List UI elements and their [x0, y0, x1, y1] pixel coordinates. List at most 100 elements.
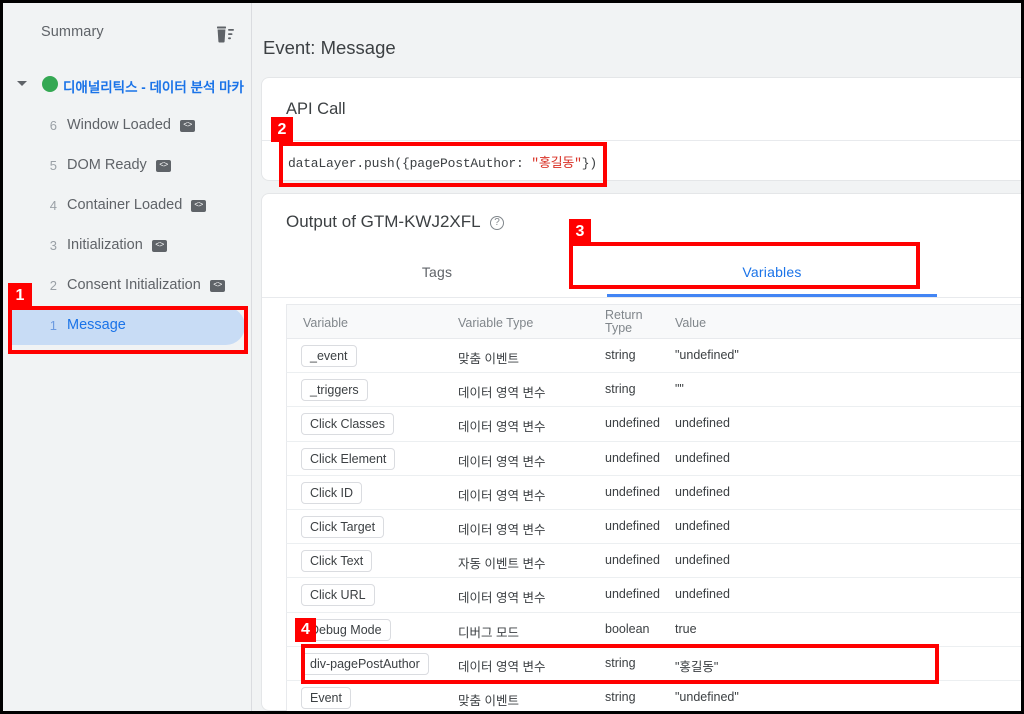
- api-code-prefix: dataLayer.push({pagePostAuthor:: [288, 156, 532, 171]
- cell-value: undefined: [675, 553, 730, 568]
- tab-tags[interactable]: Tags: [272, 250, 602, 297]
- output-tabs: Tags Variables: [262, 250, 1021, 298]
- column-header-variable: Variable: [303, 316, 348, 330]
- api-call-title: API Call: [286, 100, 346, 118]
- cell-value: undefined: [675, 587, 730, 602]
- cell-return-type: undefined: [605, 450, 660, 465]
- event-label: Message: [67, 317, 126, 333]
- cell-value: true: [675, 621, 697, 636]
- column-header-variable-type: Variable Type: [458, 316, 534, 330]
- event-label: Window Loaded: [67, 117, 171, 133]
- table-row[interactable]: _triggers 데이터 영역 변수 string "": [286, 373, 1021, 408]
- table-header-row: Variable Variable Type Return Type Value: [286, 304, 1021, 339]
- api-call-card: API Call dataLayer.push({pagePostAuthor:…: [261, 77, 1021, 181]
- output-title: Output of GTM-KWJ2XFL: [286, 212, 481, 231]
- cell-value: "": [675, 382, 684, 397]
- cell-return-type: undefined: [605, 553, 660, 568]
- variable-name-chip[interactable]: Event: [301, 686, 351, 709]
- container-name: 디애널리틱스 - 데이터 분석 마카: [63, 80, 244, 95]
- variable-name-chip[interactable]: _event: [301, 345, 357, 367]
- event-index: 3: [49, 238, 57, 253]
- cell-return-type: undefined: [605, 484, 660, 499]
- event-index: 1: [49, 318, 57, 333]
- code-badge-icon[interactable]: <>: [191, 200, 206, 212]
- cell-return-type: string: [605, 689, 636, 704]
- cell-value: undefined: [675, 484, 730, 499]
- api-call-code: dataLayer.push({pagePostAuthor: "홍길동"}): [288, 152, 597, 171]
- cell-return-type: undefined: [605, 587, 660, 602]
- event-index: 5: [49, 158, 57, 173]
- variable-name-chip[interactable]: Click Target: [301, 515, 385, 538]
- cell-value: undefined: [675, 518, 730, 533]
- table-row[interactable]: Click Text 자동 이벤트 변수 undefined undefined: [286, 544, 1021, 579]
- variable-name-chip[interactable]: _triggers: [301, 379, 368, 402]
- sidebar-item-window-loaded[interactable]: 6 Window Loaded <>: [11, 107, 245, 145]
- variable-name-chip[interactable]: Click Text: [301, 550, 373, 573]
- event-index: 2: [49, 278, 57, 293]
- table-row[interactable]: Click URL 데이터 영역 변수 undefined undefined: [286, 578, 1021, 613]
- sidebar-item-container-loaded[interactable]: 4 Container Loaded <>: [11, 187, 245, 225]
- page-title: Event: Message: [263, 37, 396, 58]
- table-row[interactable]: Click ID 데이터 영역 변수 undefined undefined: [286, 475, 1021, 510]
- cell-variable-type: 맞춤 이벤트: [458, 693, 519, 708]
- annotation-number-3: 3: [569, 219, 591, 244]
- variable-name-chip[interactable]: Click ID: [301, 481, 363, 504]
- cell-return-type: undefined: [605, 518, 660, 533]
- sidebar-header: Summary: [3, 3, 252, 55]
- variable-name-chip[interactable]: Click Element: [301, 447, 396, 470]
- event-label: DOM Ready: [67, 157, 147, 173]
- variable-name-chip[interactable]: Click URL: [301, 584, 375, 607]
- cell-variable-type: 자동 이벤트 변수: [458, 557, 546, 572]
- table-body: _event 맞춤 이벤트 string "undefined" _triggers 데이…: [286, 339, 1021, 711]
- sidebar-item-dom-ready[interactable]: 5 DOM Ready <>: [11, 147, 245, 185]
- main-header: Event: Message: [252, 3, 1021, 77]
- cell-value: undefined: [675, 450, 730, 465]
- table-row[interactable]: Event 맞춤 이벤트 string "undefined": [286, 680, 1021, 711]
- annotation-number-1: 1: [8, 283, 32, 308]
- table-row[interactable]: Debug Mode 디버그 모드 boolean true: [286, 612, 1021, 647]
- table-row[interactable]: Click Target 데이터 영역 변수 undefined undefined: [286, 509, 1021, 545]
- sidebar-item-consent-initialization[interactable]: 2 Consent Initialization <>: [11, 267, 245, 305]
- variable-name-chip[interactable]: Click Classes: [301, 413, 395, 436]
- sidebar-item-initialization[interactable]: 3 Initialization <>: [11, 227, 245, 265]
- cell-value: "undefined": [675, 689, 739, 704]
- cell-variable-type: 데이터 영역 변수: [458, 659, 546, 674]
- main-panel: Event: Message API Call dataLayer.push({…: [252, 3, 1021, 711]
- cell-variable-type: 데이터 영역 변수: [458, 386, 546, 401]
- table-row[interactable]: Click Classes 데이터 영역 변수 undefined undefined: [286, 407, 1021, 442]
- table-row[interactable]: Click Element 데이터 영역 변수 undefined undefined: [286, 441, 1021, 476]
- cell-variable-type: 디버그 모드: [458, 625, 519, 640]
- cell-return-type: boolean: [605, 621, 650, 636]
- container-row[interactable]: 디애널리틱스 - 데이터 분석 마카: [3, 71, 252, 99]
- event-label: Initialization: [67, 237, 143, 253]
- code-badge-icon[interactable]: <>: [156, 160, 171, 172]
- code-badge-icon[interactable]: <>: [210, 280, 225, 292]
- cell-value: "홍길동": [675, 659, 719, 674]
- event-label: Container Loaded: [67, 197, 183, 213]
- cell-return-type: string: [605, 382, 636, 397]
- event-index: 6: [49, 118, 57, 133]
- cell-variable-type: 데이터 영역 변수: [458, 420, 546, 435]
- cell-variable-type: 데이터 영역 변수: [458, 591, 546, 606]
- help-circle-icon[interactable]: ?: [490, 216, 504, 230]
- tab-variables[interactable]: Variables: [607, 250, 937, 297]
- variables-table: Variable Variable Type Return Type Value …: [286, 304, 1021, 711]
- annotation-number-2: 2: [271, 117, 293, 142]
- delete-all-icon[interactable]: [215, 25, 235, 43]
- sidebar-title: Summary: [41, 24, 104, 40]
- cell-return-type: undefined: [605, 416, 660, 431]
- variable-name-chip[interactable]: div-pagePostAuthor: [301, 652, 429, 675]
- chevron-down-icon[interactable]: [17, 81, 27, 86]
- cell-variable-type: 데이터 영역 변수: [458, 454, 546, 469]
- table-row[interactable]: div-pagePostAuthor 데이터 영역 변수 string "홍길동": [286, 646, 1021, 681]
- table-row[interactable]: _event 맞춤 이벤트 string "undefined": [286, 339, 1021, 374]
- status-indicator-icon: [42, 76, 58, 92]
- cell-value: "undefined": [675, 348, 739, 362]
- sidebar-item-message[interactable]: 1 Message: [11, 307, 245, 345]
- divider: [262, 140, 1021, 141]
- event-label: Consent Initialization: [67, 277, 201, 293]
- gtm-preview-window: Summary 디애널리틱스 - 데이터 분석 마카 6 Window Loade…: [3, 3, 1021, 711]
- code-badge-icon[interactable]: <>: [152, 240, 167, 252]
- code-badge-icon[interactable]: <>: [180, 120, 195, 132]
- column-header-value: Value: [675, 316, 707, 330]
